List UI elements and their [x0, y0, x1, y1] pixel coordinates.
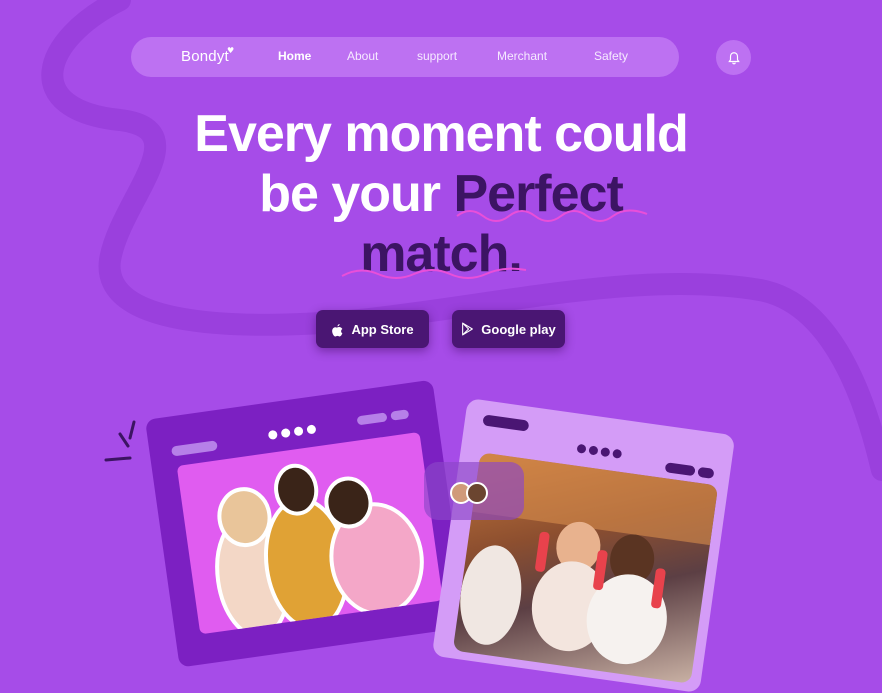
sparkle-lines-icon	[104, 420, 136, 462]
headline-line-2a: be your	[259, 165, 454, 223]
nav-safety[interactable]: Safety	[594, 49, 628, 63]
card-pill	[356, 412, 388, 426]
card-dot	[280, 427, 291, 439]
match-avatars-chip	[424, 462, 524, 520]
headline-line-1: Every moment could	[194, 105, 688, 163]
hero-headline: Every moment could be your Perfect match…	[0, 104, 882, 284]
card-dot	[588, 445, 599, 456]
bell-icon	[727, 51, 740, 64]
card-pill	[697, 466, 715, 479]
top-navigation: Bondyt ♥ Home About support Merchant Saf…	[131, 37, 679, 77]
perfect-underline-squiggle	[456, 209, 648, 222]
google-play-button[interactable]: Google play	[452, 310, 565, 348]
notification-button[interactable]	[716, 40, 751, 75]
card-dot	[600, 447, 611, 458]
app-store-button[interactable]: App Store	[316, 310, 429, 348]
card-dot	[612, 448, 623, 459]
card-dot	[267, 429, 278, 440]
card-dot	[306, 424, 317, 435]
logo-heart-icon: ♥	[227, 46, 235, 55]
card-dot	[293, 426, 304, 437]
app-store-label: App Store	[351, 321, 414, 337]
friends-illustration	[215, 463, 424, 639]
dinner-photo-card	[431, 398, 736, 693]
apple-icon	[332, 323, 343, 336]
card-pill	[170, 440, 218, 457]
card-pill	[482, 414, 530, 432]
card-dot	[576, 443, 587, 454]
group-photo-card	[145, 379, 467, 668]
match-underline-squiggle	[341, 267, 527, 279]
nav-support[interactable]: support	[417, 49, 457, 63]
card-pill	[390, 409, 410, 421]
nav-home[interactable]: Home	[278, 49, 311, 63]
nav-merchant[interactable]: Merchant	[497, 49, 547, 63]
headline-line-2: be your Perfect	[0, 164, 882, 224]
group-photo	[176, 431, 443, 639]
nav-about[interactable]: About	[347, 49, 378, 63]
google-play-label: Google play	[481, 321, 556, 337]
avatar	[466, 482, 488, 504]
card-pill	[664, 462, 696, 477]
brand-logo[interactable]: Bondyt	[181, 48, 229, 65]
google-play-icon	[462, 322, 474, 336]
